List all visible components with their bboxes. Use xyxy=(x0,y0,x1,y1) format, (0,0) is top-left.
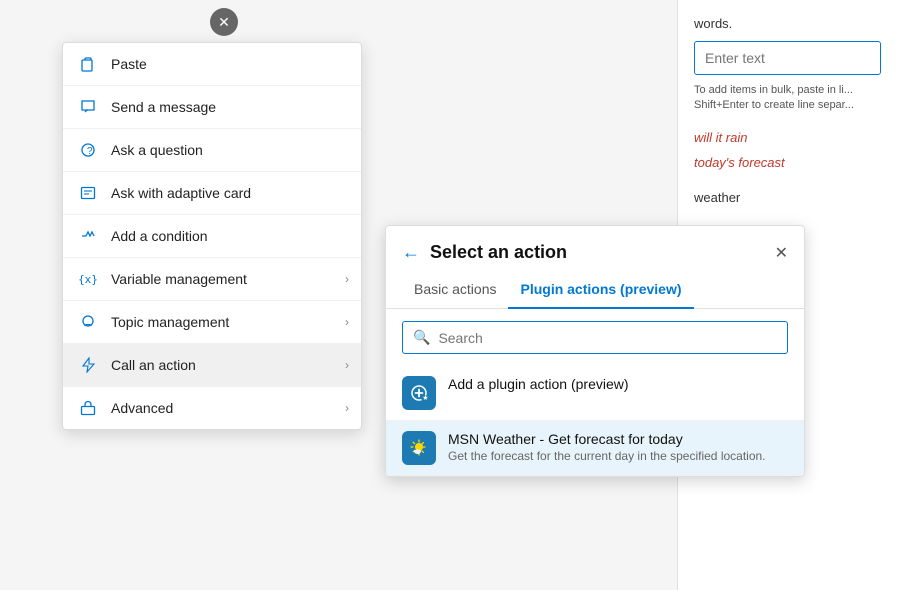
paste-icon xyxy=(77,53,99,75)
menu-label: Call an action xyxy=(111,357,196,373)
action-panel: ← Select an action ✕ Basic actions Plugi… xyxy=(385,225,805,477)
menu-label: Ask with adaptive card xyxy=(111,185,251,201)
menu-label: Send a message xyxy=(111,99,216,115)
chat-icon xyxy=(77,96,99,118)
action-item-add-plugin[interactable]: ★ Add a plugin action (preview) xyxy=(386,366,804,421)
action-panel-title: Select an action xyxy=(430,242,775,263)
condition-icon xyxy=(77,225,99,247)
tag2: today's forecast xyxy=(694,155,881,170)
topic-icon xyxy=(77,311,99,333)
arrow-icon: › xyxy=(345,401,349,415)
arrow-icon: › xyxy=(345,272,349,286)
menu-label: Topic management xyxy=(111,314,229,330)
menu-label: Ask a question xyxy=(111,142,203,158)
search-input[interactable] xyxy=(438,330,777,346)
variable-icon: {x} xyxy=(77,268,99,290)
menu-item-topic-management[interactable]: Topic management › xyxy=(63,301,361,344)
close-button[interactable]: ✕ xyxy=(210,8,238,36)
menu-item-add-condition[interactable]: Add a condition xyxy=(63,215,361,258)
action-item-msn-weather[interactable]: MSN Weather - Get forecast for today Get… xyxy=(386,421,804,476)
weather-label: weather xyxy=(694,190,881,205)
action-panel-header: ← Select an action ✕ xyxy=(386,226,804,263)
menu-item-call-action[interactable]: Call an action › xyxy=(63,344,361,387)
menu-label: Add a condition xyxy=(111,228,208,244)
weather-name: MSN Weather - Get forecast for today xyxy=(448,431,766,447)
weather-icon xyxy=(402,431,436,465)
menu-item-advanced[interactable]: Advanced › xyxy=(63,387,361,429)
adaptive-card-icon xyxy=(77,182,99,204)
search-container: 🔍 xyxy=(402,321,788,354)
back-button[interactable]: ← xyxy=(402,242,420,263)
close-icon: ✕ xyxy=(218,14,230,31)
menu-item-send-message[interactable]: Send a message xyxy=(63,86,361,129)
toolbox-icon xyxy=(77,397,99,419)
svg-text:?: ? xyxy=(87,146,93,157)
menu-label: Variable management xyxy=(111,271,247,287)
menu-item-variable-management[interactable]: {x} Variable management › xyxy=(63,258,361,301)
add-plugin-name: Add a plugin action (preview) xyxy=(448,376,629,392)
menu-item-ask-adaptive-card[interactable]: Ask with adaptive card xyxy=(63,172,361,215)
words-text: words. xyxy=(694,16,881,31)
action-tabs: Basic actions Plugin actions (preview) xyxy=(386,273,804,309)
tab-basic-actions[interactable]: Basic actions xyxy=(402,273,508,309)
svg-text:★: ★ xyxy=(422,394,428,402)
add-plugin-text: Add a plugin action (preview) xyxy=(448,376,629,392)
tab-plugin-actions[interactable]: Plugin actions (preview) xyxy=(508,273,693,309)
arrow-icon: › xyxy=(345,315,349,329)
lightning-icon xyxy=(77,354,99,376)
context-menu: Paste Send a message ? Ask a question As… xyxy=(62,42,362,430)
menu-item-ask-question[interactable]: ? Ask a question xyxy=(63,129,361,172)
search-icon: 🔍 xyxy=(413,329,430,346)
hint-text: To add items in bulk, paste in li... Shi… xyxy=(694,83,881,114)
arrow-icon: › xyxy=(345,358,349,372)
weather-desc: Get the forecast for the current day in … xyxy=(448,449,766,465)
menu-label: Advanced xyxy=(111,400,173,416)
tag1: will it rain xyxy=(694,130,881,145)
enter-text-input[interactable] xyxy=(694,41,881,75)
action-list: ★ Add a plugin action (preview) MSN Weat… xyxy=(386,366,804,476)
menu-label: Paste xyxy=(111,56,147,72)
weather-text: MSN Weather - Get forecast for today Get… xyxy=(448,431,766,465)
action-panel-close-button[interactable]: ✕ xyxy=(775,243,788,263)
menu-item-paste[interactable]: Paste xyxy=(63,43,361,86)
question-icon: ? xyxy=(77,139,99,161)
add-plugin-icon: ★ xyxy=(402,376,436,410)
